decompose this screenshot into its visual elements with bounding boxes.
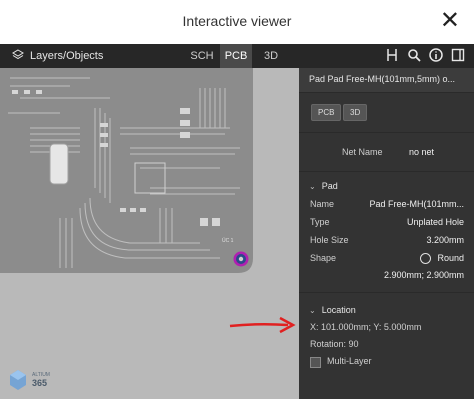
rotation-value: Rotation: 90 — [310, 339, 359, 349]
layers-icon — [12, 48, 24, 64]
layers-objects-label: Layers/Objects — [30, 50, 104, 62]
pcb-view-button[interactable]: PCB — [311, 104, 342, 121]
shape-size-value: 2.900mm; 2.900mm — [383, 270, 464, 280]
red-arrow-annotation — [229, 316, 296, 334]
pcb-board-drawing: ÜC 1 — [0, 68, 299, 399]
info-icon[interactable] — [428, 48, 444, 64]
type-value: Unplated Hole — [406, 217, 464, 227]
net-name-value: no net — [408, 147, 434, 157]
chevron-down-icon: ⌄ — [309, 306, 316, 315]
hole-size-label: Hole Size — [310, 235, 349, 245]
panel-toggle-icon[interactable] — [450, 48, 466, 64]
type-label: Type — [310, 217, 330, 227]
location-value: X: 101.000mm; Y: 5.000mm — [310, 322, 422, 332]
hole-size-value: 3.200mm — [426, 235, 464, 245]
multi-layer-label: Multi-Layer — [327, 356, 372, 366]
multi-layer-checkbox[interactable] — [310, 357, 321, 368]
type-row: Type Unplated Hole — [310, 215, 464, 230]
location-row: X: 101.000mm; Y: 5.000mm — [310, 320, 464, 335]
properties-panel: Pad Pad Free-MH(101mm,5mm) o... PCB 3D N… — [299, 68, 474, 399]
panel-header: Pad Pad Free-MH(101mm,5mm) o... — [299, 68, 474, 93]
pad-section-header[interactable]: ⌄ Pad — [309, 179, 338, 194]
net-name-label: Net Name — [342, 147, 383, 157]
shape-label: Shape — [310, 253, 337, 263]
pcb-viewport[interactable]: ÜC 1 ALTIUM 365 — [0, 68, 299, 399]
location-section-header[interactable]: ⌄ Location — [309, 303, 356, 318]
shape-row: Shape Round — [310, 251, 464, 266]
shape-value: Round — [437, 253, 464, 263]
rotation-row: Rotation: 90 — [310, 337, 464, 352]
multi-layer-row: Multi-Layer — [327, 354, 464, 369]
net-name-row: Net Name no net — [310, 145, 464, 160]
close-icon[interactable]: ✕ — [440, 8, 460, 34]
search-icon[interactable] — [406, 48, 422, 64]
measure-icon[interactable] — [384, 48, 400, 64]
chevron-down-icon: ⌄ — [309, 182, 316, 191]
altium-365-logo: ALTIUM 365 — [8, 368, 50, 399]
logo-text-bottom: 365 — [32, 378, 48, 388]
tab-3d[interactable]: 3D — [258, 44, 284, 68]
hole-size-row: Hole Size 3.200mm — [310, 233, 464, 248]
tab-sch[interactable]: SCH — [188, 44, 216, 68]
3d-view-button[interactable]: 3D — [343, 104, 368, 121]
shape-value-wrap[interactable]: Round — [420, 251, 464, 266]
radio-round-icon — [420, 253, 432, 265]
name-row: Name Pad Free-MH(101mm... — [310, 197, 464, 212]
name-value: Pad Free-MH(101mm... — [369, 199, 464, 209]
tab-pcb[interactable]: PCB — [220, 44, 252, 68]
shape-size-row: 2.900mm; 2.900mm — [310, 268, 464, 283]
title-bar: Interactive viewer ✕ — [0, 0, 474, 45]
pad-section-label: Pad — [321, 181, 338, 191]
silk-label: ÜC 1 — [222, 237, 234, 244]
location-section-label: Location — [321, 305, 356, 315]
layers-objects-button[interactable]: Layers/Objects — [12, 44, 103, 68]
viewer-toolbar: Layers/Objects SCH PCB 3D — [0, 44, 474, 68]
name-label: Name — [310, 199, 335, 209]
window-title: Interactive viewer — [182, 13, 292, 29]
